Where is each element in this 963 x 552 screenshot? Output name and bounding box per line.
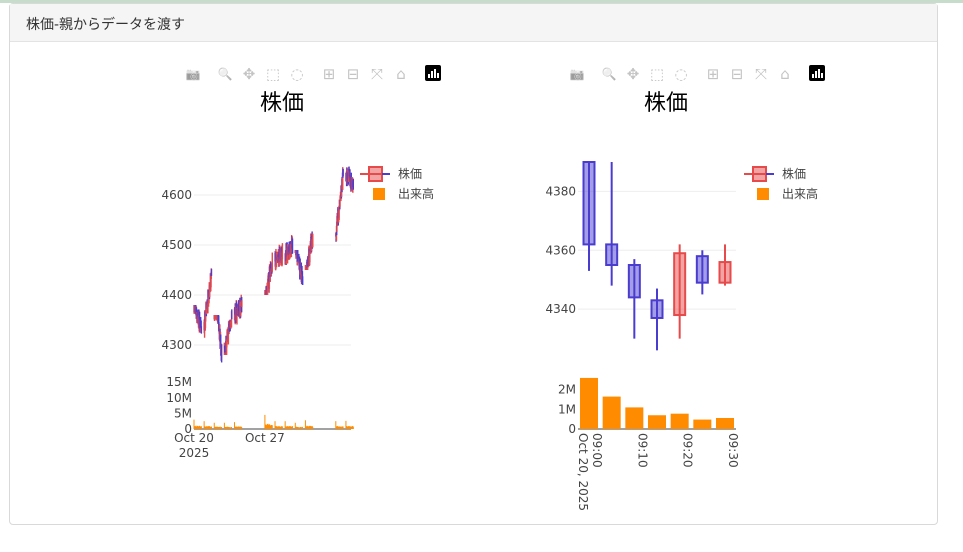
chart-title-right: 株価 [644,91,688,116]
volume-bar [200,426,202,429]
volume-bar [693,419,712,429]
candle [625,259,644,429]
volume-bar [716,418,734,429]
price-tick-label: 4300 [161,338,192,352]
price-tick-label: 4380 [545,184,576,198]
candle [602,162,621,429]
price-tick-label: 4340 [545,302,576,316]
candle [670,244,689,429]
volume-bars-left [193,414,354,429]
candle-body [695,255,709,284]
volume-bar [292,426,294,429]
volume-bar [231,428,233,429]
candle [648,288,666,429]
candle-body [582,161,596,246]
volume-bar [241,427,243,429]
x-tick-label-right: 09:10 [635,433,649,468]
legend-swatch-volume [373,188,385,200]
volume-tick-label: 15M [166,375,192,389]
legend-swatch-volume [757,188,769,200]
x-tick-label-left: Oct 20 [174,431,214,445]
volume-bar [312,427,314,429]
price-tick-label: 4360 [545,243,576,257]
volume-bar [670,413,689,429]
candle-body [627,264,641,299]
price-tick-label: 4500 [161,238,192,252]
volume-bar [302,428,304,429]
volume-tick-label: 0 [568,422,576,436]
legend-swatch-price-box [752,166,767,182]
charts-canvas[interactable]: 株価 4300 4400 4500 4600 0 5M10M 15M Oct 202025 Oct… [0,0,963,552]
volume-bar [648,415,666,429]
volume-bar [580,377,598,429]
volume-bar [221,427,223,429]
volume-bar [342,427,344,429]
volume-bar [602,396,621,429]
x-tick-label-right: 09:30 [726,433,740,468]
price-tick-label: 4600 [161,188,192,202]
candle-body [673,252,687,317]
chart-title-left: 株価 [260,91,304,116]
volume-tick-label: 1M [558,402,576,416]
x-tick-label-right: 09:20 [681,433,695,468]
candle [580,161,598,429]
legend: 株価出来高 [360,166,434,201]
volume-bar [625,407,644,429]
price-tick-label: 4400 [161,288,192,302]
candle-body [650,299,664,319]
candle [716,244,734,429]
volume-bar [211,426,213,429]
volume-bar [352,426,354,429]
legend-label-volume: 出来高 [782,186,818,201]
candles-left [193,166,355,363]
volume-tick-label: 10M [166,391,192,405]
candle-body [605,243,619,266]
legend-label-volume: 出来高 [398,186,434,201]
legend-label-price: 株価 [398,166,422,181]
volume-bar [281,426,283,429]
volume-tick-label: 2M [558,383,576,397]
legend-swatch-price-box [368,166,383,182]
x-tick-label-left: Oct 27 [245,431,285,445]
legend: 株価出来高 [744,166,818,201]
legend-label-price: 株価 [782,166,806,181]
volume-tick-label: 5M [174,406,192,420]
x-tick-label-left: 2025 [179,446,210,460]
x-tick-label-right: 09:00 [590,433,604,468]
x-tick-label-right: Oct 20, 2025 [576,433,590,511]
candle-body [718,261,732,284]
candle [693,250,712,429]
volume-bar [271,425,273,429]
